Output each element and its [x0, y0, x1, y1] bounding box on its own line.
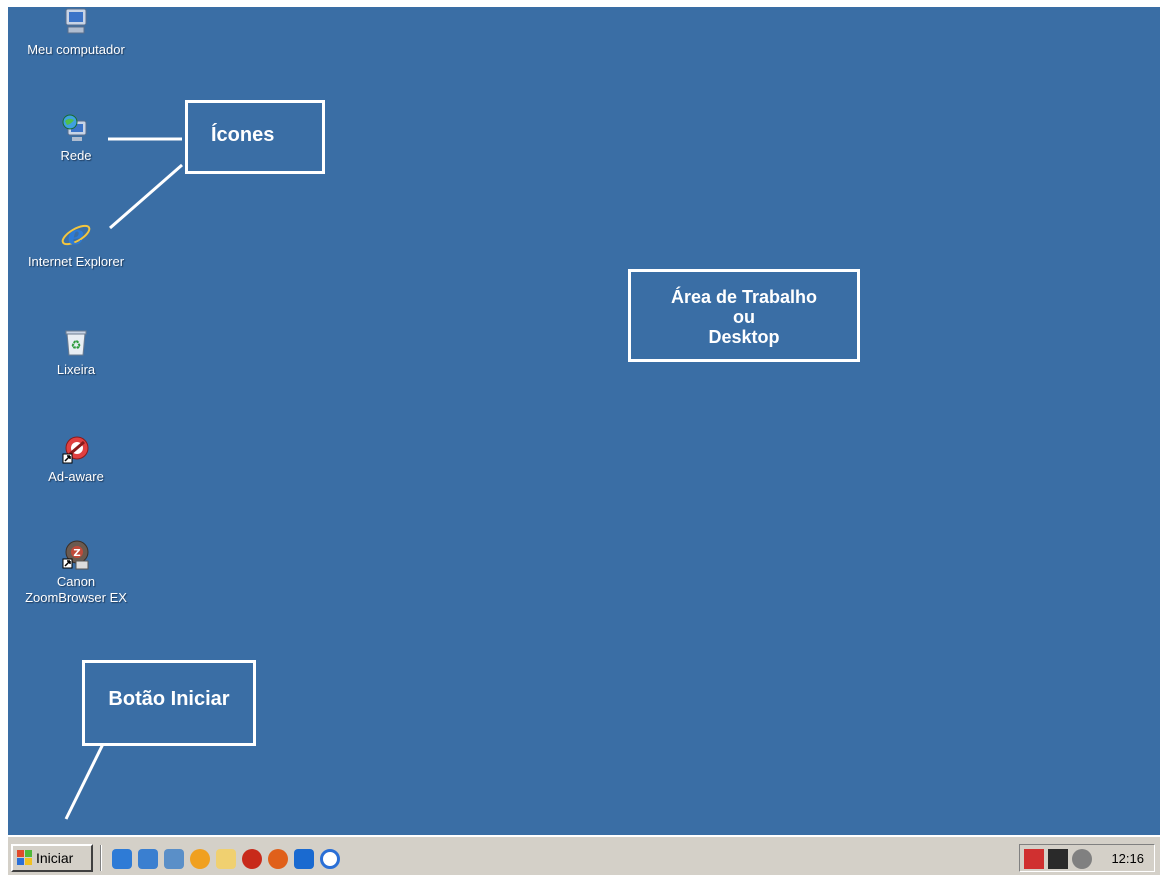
icones-callout: Ícones — [185, 100, 325, 174]
desktop-icon-label: Internet Explorer — [27, 254, 125, 269]
start-button-pointer-line — [64, 743, 105, 820]
antivirus-icon[interactable] — [242, 849, 262, 869]
recycle-bin-icon: ♻ — [60, 327, 92, 359]
desktop-icon-my-computer[interactable]: Meu computador — [8, 7, 144, 58]
folder-icon[interactable] — [216, 849, 236, 869]
canon-zoombrowser-icon: Z — [60, 539, 92, 571]
start-button-label: Iniciar — [36, 850, 74, 866]
security-icon[interactable] — [1024, 849, 1044, 869]
my-computer-icon — [60, 7, 92, 39]
icones-callout-text: Ícones — [211, 124, 275, 146]
desktop-icon-label-line1: Canon — [56, 574, 96, 589]
start-button-callout: Botão Iniciar — [82, 660, 256, 746]
desktop-icon-label: Rede — [60, 148, 92, 163]
internet-explorer-icon[interactable] — [112, 849, 132, 869]
desktop-area-callout: Área de Trabalho ou Desktop — [628, 269, 860, 362]
calendar-icon[interactable] — [1048, 849, 1068, 869]
internet-explorer-icon: e — [60, 219, 92, 251]
start-button-callout-text: Botão Iniciar — [108, 688, 230, 710]
ad-aware-icon — [60, 434, 92, 466]
firefox-icon[interactable] — [268, 849, 288, 869]
taskbar-separator — [100, 845, 102, 871]
clock[interactable]: 12:16 — [1111, 851, 1144, 866]
desktop-icon-recycle-bin[interactable]: ♻ Lixeira — [8, 327, 144, 378]
desktop-icon-label: Lixeira — [56, 362, 96, 377]
start-button[interactable]: Iniciar — [11, 844, 93, 872]
volume-icon[interactable] — [1072, 849, 1092, 869]
taskbar: Iniciar 12:16 — [8, 835, 1160, 875]
desktop-icon-ad-aware[interactable]: Ad-aware — [8, 434, 144, 485]
media-player-icon[interactable] — [190, 849, 210, 869]
desktop-icon-internet-explorer[interactable]: e Internet Explorer — [8, 219, 144, 270]
svg-text:♻: ♻ — [71, 338, 82, 352]
clock-app-icon[interactable] — [320, 849, 340, 869]
desktop-area-callout-line1: Área de Trabalho — [670, 287, 818, 307]
svg-text:e: e — [68, 221, 85, 251]
messenger-icon[interactable] — [294, 849, 314, 869]
outlook-icon[interactable] — [138, 849, 158, 869]
desktop-area-callout-line2: ou — [733, 307, 755, 327]
svg-text:Z: Z — [73, 548, 80, 559]
desktop-icon-label-line2: ZoomBrowser EX — [25, 590, 127, 605]
desktop-area-callout-line3: Desktop — [708, 327, 780, 347]
desktop[interactable]: Meu computador Rede e Internet Explorer — [8, 7, 1160, 875]
system-tray: 12:16 — [1019, 844, 1155, 872]
desktop-icon-network[interactable]: Rede — [8, 113, 144, 164]
desktop-icon-canon-zoombrowser[interactable]: Z Canon ZoomBrowser EX — [8, 539, 144, 606]
desktop-icon[interactable] — [164, 849, 184, 869]
windows-logo-icon — [17, 850, 33, 866]
network-icon — [60, 113, 92, 145]
desktop-icon-label: Meu computador — [27, 42, 125, 57]
desktop-icon-label: Ad-aware — [48, 469, 104, 484]
